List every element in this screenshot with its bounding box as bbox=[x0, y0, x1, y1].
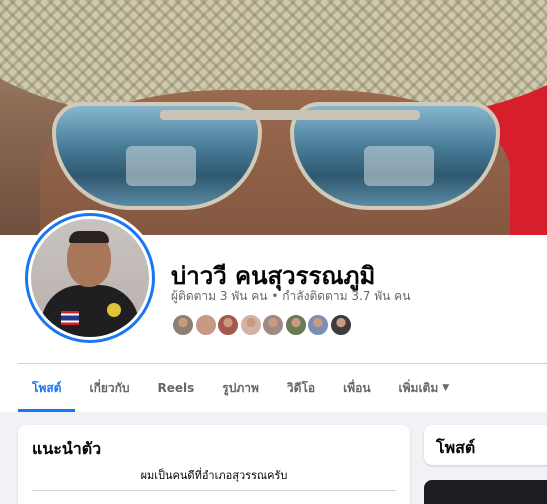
post-thumbnail[interactable] bbox=[424, 480, 547, 504]
profile-stats: ผู้ติดตาม 3 พัน คน • กำลังติดตาม 3.7 พัน… bbox=[171, 287, 410, 306]
thai-flag-patch bbox=[61, 311, 79, 325]
chevron-down-icon: ▼ bbox=[442, 383, 450, 393]
intro-divider bbox=[32, 490, 396, 491]
cover-photo[interactable] bbox=[0, 0, 547, 235]
followers-unit: คน bbox=[251, 289, 268, 303]
friend-avatar[interactable] bbox=[171, 313, 195, 337]
followers-label: ผู้ติดตาม bbox=[171, 289, 217, 303]
cover-sunglasses-bridge bbox=[160, 110, 420, 120]
profile-tabs: โพสต์ เกี่ยวกับ Reels รูปภาพ วิดีโอ เพื่… bbox=[18, 364, 463, 412]
intro-title: แนะนำตัว bbox=[32, 439, 102, 458]
friend-avatar[interactable] bbox=[306, 313, 330, 337]
following-count[interactable]: 3.7 พัน bbox=[351, 289, 390, 303]
friend-avatar[interactable] bbox=[328, 313, 353, 337]
friend-avatar[interactable] bbox=[261, 313, 285, 337]
emblem-patch bbox=[107, 303, 121, 317]
intro-bio: ผมเป็นคนดีที่อำเภอสุวรรณครับ bbox=[140, 469, 288, 482]
friend-avatar[interactable] bbox=[238, 313, 263, 337]
story-ring bbox=[25, 213, 155, 343]
followers-count[interactable]: 3 พัน bbox=[220, 289, 248, 303]
stats-separator: • bbox=[271, 289, 279, 303]
friend-avatar[interactable] bbox=[216, 313, 240, 337]
tab-about[interactable]: เกี่ยวกับ bbox=[75, 364, 143, 412]
friend-avatar[interactable] bbox=[193, 313, 218, 337]
avatar-image bbox=[31, 219, 149, 337]
tab-more-label: เพิ่มเติม bbox=[398, 380, 439, 395]
profile-avatar[interactable] bbox=[22, 210, 158, 346]
posts-title: โพสต์ bbox=[436, 438, 476, 457]
tab-more[interactable]: เพิ่มเติม ▼ bbox=[385, 364, 464, 412]
tab-friends[interactable]: เพื่อน bbox=[329, 364, 384, 412]
posts-card: โพสต์ bbox=[424, 425, 547, 465]
tab-videos[interactable]: วิดีโอ bbox=[273, 364, 329, 412]
friend-avatar[interactable] bbox=[283, 313, 308, 337]
tab-posts[interactable]: โพสต์ bbox=[18, 364, 76, 412]
following-label: กำลังติดตาม bbox=[282, 289, 348, 303]
following-unit: คน bbox=[394, 289, 411, 303]
tab-reels[interactable]: Reels bbox=[144, 364, 209, 412]
intro-card: แนะนำตัว ผมเป็นคนดีที่อำเภอสุวรรณครับ bbox=[18, 425, 410, 504]
tab-photos[interactable]: รูปภาพ bbox=[208, 364, 273, 412]
